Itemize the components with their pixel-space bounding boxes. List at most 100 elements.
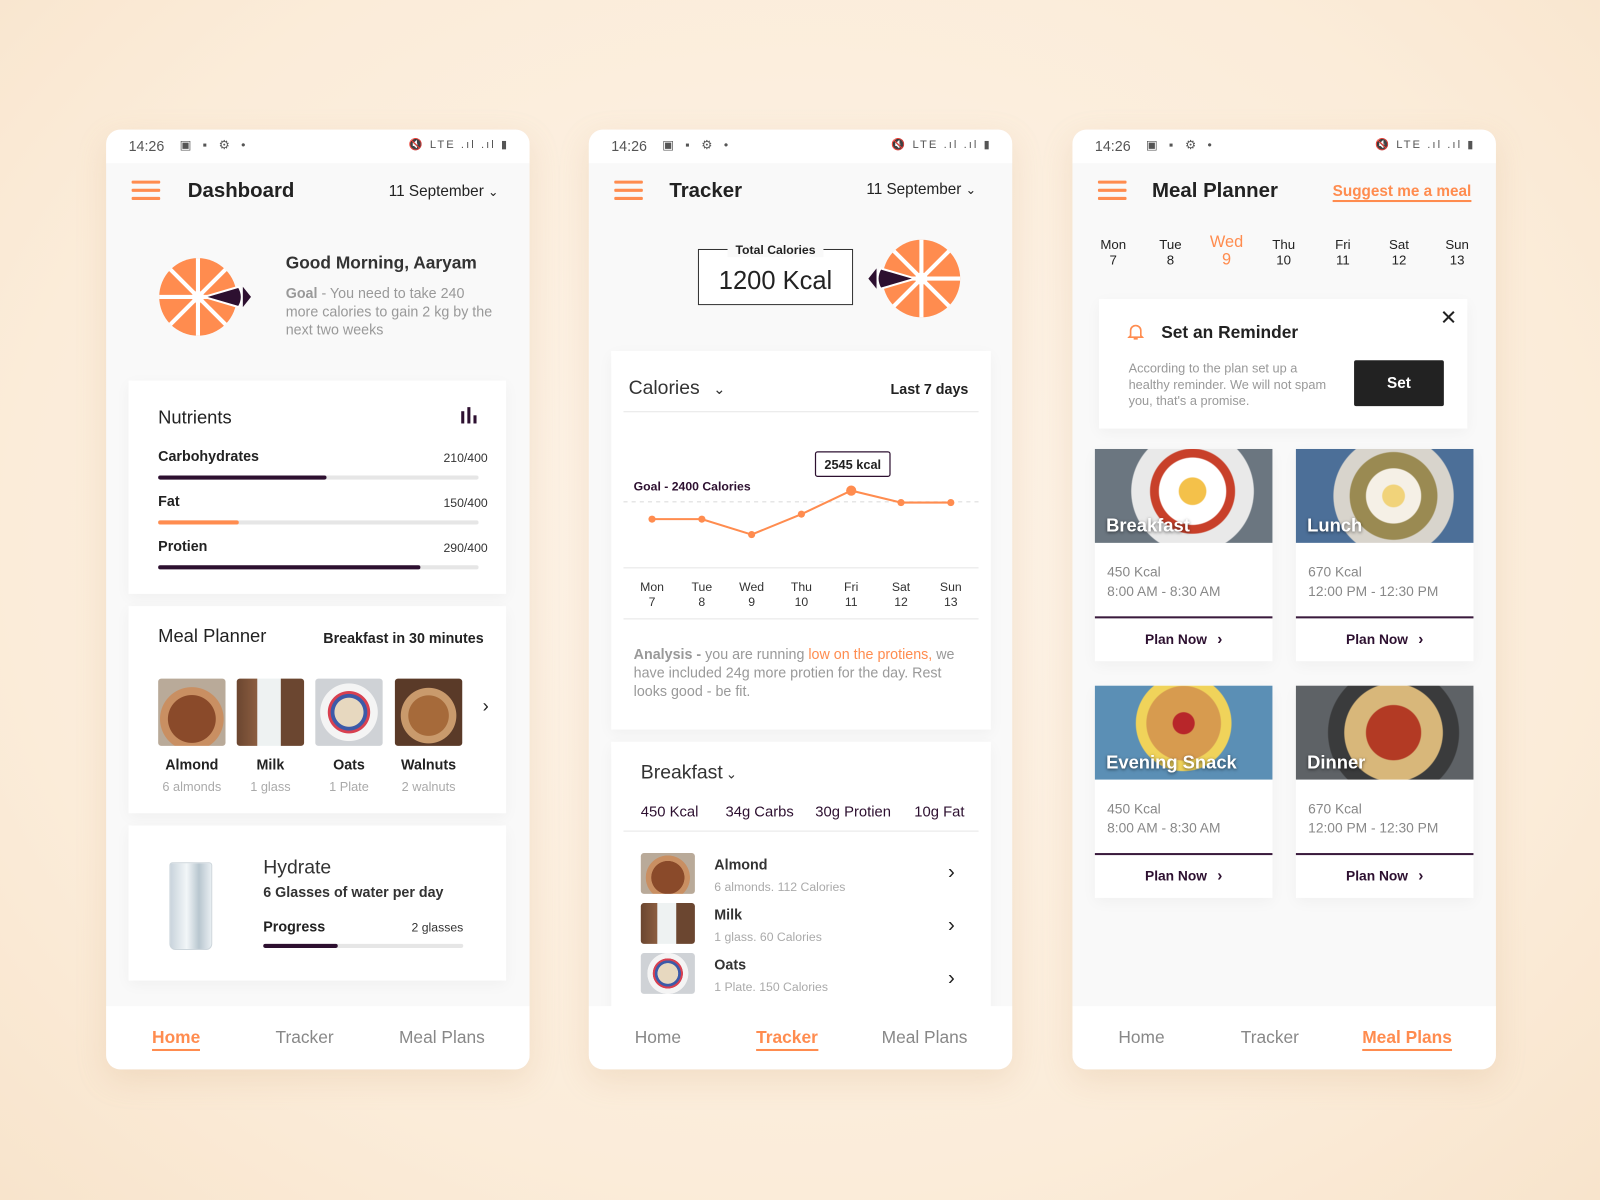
day-selector[interactable]: Thu 10	[1263, 237, 1304, 268]
data-point[interactable]	[797, 510, 805, 518]
meal-info: 670 Kcal 12:00 PM - 12:30 PM	[1308, 562, 1438, 601]
plan-now-label: Plan Now	[1145, 868, 1208, 884]
bottom-nav: Home Tracker Meal Plans	[588, 1006, 1013, 1070]
food-list-item[interactable]: Milk 1 glass. 60 Calories ›	[611, 903, 991, 948]
food-name: Walnuts	[401, 756, 457, 773]
meal-dropdown[interactable]: Breakfast ⌄	[641, 762, 737, 784]
x-tick-date: 10	[794, 594, 809, 610]
nav-home[interactable]: Home	[152, 1028, 201, 1052]
signal-battery-icons: 🔇 LTE .ıl .ıl ▮	[891, 138, 992, 152]
food-image[interactable]	[236, 678, 305, 746]
nav-home[interactable]: Home	[1118, 1028, 1164, 1048]
set-reminder-button[interactable]: Set	[1354, 360, 1444, 407]
data-point[interactable]	[748, 531, 756, 539]
x-tick-label: Sun 13	[930, 580, 971, 611]
data-point[interactable]	[846, 485, 857, 496]
day-number: 9	[1221, 251, 1232, 269]
plan-now-button[interactable]: Plan Now ›	[1296, 631, 1474, 648]
chevron-down-icon: ⌄	[725, 766, 737, 782]
food-image[interactable]	[394, 678, 463, 746]
data-point[interactable]	[897, 499, 905, 507]
nav-meal-plans[interactable]: Meal Plans	[399, 1028, 485, 1048]
nutrients-title: Nutrients	[158, 407, 232, 428]
x-tick-label: Thu 10	[781, 580, 822, 611]
nutrient-progress-bar	[158, 565, 479, 570]
x-tick-date: 11	[844, 594, 858, 610]
food-image[interactable]	[315, 678, 383, 746]
day-selector[interactable]: Mon 7	[1093, 237, 1134, 268]
nav-tracker[interactable]: Tracker	[1241, 1028, 1299, 1048]
divider	[1295, 616, 1474, 619]
status-time: 14:26	[128, 137, 165, 155]
divider	[623, 830, 979, 832]
chevron-right-icon[interactable]: ›	[483, 696, 489, 717]
macro-value: 450 Kcal	[640, 804, 699, 821]
meal-planner-title: Meal Planner	[158, 625, 267, 646]
x-tick-date: 7	[648, 594, 656, 610]
nutrient-progress-fill	[158, 565, 421, 570]
nav-meal-plans[interactable]: Meal Plans	[882, 1028, 968, 1048]
nutrient-value: 210/400	[443, 451, 488, 466]
chevron-right-icon[interactable]: ›	[948, 861, 955, 884]
food-image[interactable]	[158, 678, 226, 746]
food-list-item[interactable]: Oats 1 Plate. 150 Calories ›	[611, 953, 991, 998]
day-selector[interactable]: Fri 11	[1322, 237, 1363, 268]
day-number: 13	[1449, 252, 1465, 268]
nav-tracker[interactable]: Tracker	[756, 1028, 818, 1052]
meal-card: Dinner 670 Kcal 12:00 PM - 12:30 PM Plan No…	[1295, 685, 1474, 898]
close-icon[interactable]: ✕	[1440, 305, 1457, 331]
total-calories-label: Total Calories	[727, 242, 824, 258]
total-calories-value: 1200 Kcal	[718, 266, 833, 295]
notification-icons: ▣ ▪ ⚙ •	[662, 137, 733, 153]
data-point[interactable]	[698, 515, 706, 523]
range-label[interactable]: Last 7 days	[891, 381, 969, 397]
food-detail: 6 almonds. 112 Calories	[714, 879, 846, 894]
divider	[1295, 853, 1474, 856]
bar-chart-icon[interactable]	[461, 407, 477, 424]
day-selector[interactable]: Sun 13	[1437, 237, 1478, 268]
meal-kcal: 670 Kcal	[1308, 801, 1362, 817]
data-point[interactable]	[947, 499, 955, 507]
menu-icon[interactable]	[1097, 180, 1127, 203]
day-selector[interactable]: Wed 9	[1206, 234, 1247, 269]
meal-time: 8:00 AM - 8:30 AM	[1107, 583, 1221, 599]
menu-icon[interactable]	[131, 180, 161, 203]
metric-dropdown[interactable]: Calories ⌄	[629, 378, 726, 400]
food-list-item[interactable]: Almond 6 almonds. 112 Calories ›	[611, 853, 991, 898]
meal-name: Lunch	[1307, 515, 1363, 536]
background: 14:26 ▣ ▪ ⚙ • 🔇 LTE .ıl .ıl ▮ Dashboard …	[0, 0, 1600, 1200]
menu-icon[interactable]	[614, 180, 643, 203]
dashboard-screen: 14:26 ▣ ▪ ⚙ • 🔇 LTE .ıl .ıl ▮ Dashboard …	[106, 129, 530, 1070]
nav-tracker[interactable]: Tracker	[276, 1028, 334, 1048]
suggest-meal-link[interactable]: Suggest me a meal	[1332, 183, 1472, 203]
meal-info: 450 Kcal 8:00 AM - 8:30 AM	[1107, 799, 1220, 838]
date-selector[interactable]: 11 September ⌄	[389, 183, 499, 200]
nav-meal-plans[interactable]: Meal Plans	[1362, 1028, 1452, 1052]
day-selector[interactable]: Sat 12	[1379, 237, 1420, 268]
meal-info: 450 Kcal 8:00 AM - 8:30 AM	[1107, 562, 1220, 601]
plan-now-button[interactable]: Plan Now ›	[1095, 631, 1273, 648]
hydrate-subtitle: 6 Glasses of water per day	[263, 883, 444, 900]
nutrient-progress-fill	[158, 520, 239, 525]
progress-label: Progress	[263, 918, 326, 935]
bottom-nav: Home Tracker Meal Plans	[1072, 1006, 1496, 1070]
x-tick-label: Tue 8	[681, 580, 722, 611]
chevron-right-icon[interactable]: ›	[948, 914, 955, 937]
plan-now-label: Plan Now	[1346, 631, 1409, 647]
status-time: 14:26	[1094, 137, 1131, 155]
notification-icons: ▣ ▪ ⚙ •	[1145, 137, 1216, 153]
chevron-down-icon: ⌄	[488, 184, 499, 199]
nutrient-progress-fill	[158, 475, 327, 480]
date-selector[interactable]: 11 September ⌄	[866, 181, 976, 198]
chevron-right-icon[interactable]: ›	[948, 967, 955, 990]
plan-now-button[interactable]: Plan Now ›	[1095, 867, 1273, 884]
day-selector[interactable]: Tue 8	[1150, 237, 1191, 268]
data-point[interactable]	[648, 515, 656, 523]
day-number: 10	[1276, 252, 1292, 268]
plan-now-button[interactable]: Plan Now ›	[1296, 867, 1474, 884]
food-detail: 1 Plate. 150 Calories	[714, 979, 828, 994]
day-number: 12	[1391, 252, 1407, 268]
food-name: Almond	[714, 856, 768, 873]
reminder-text: According to the plan set up a healthy r…	[1128, 361, 1327, 409]
nav-home[interactable]: Home	[635, 1028, 681, 1048]
